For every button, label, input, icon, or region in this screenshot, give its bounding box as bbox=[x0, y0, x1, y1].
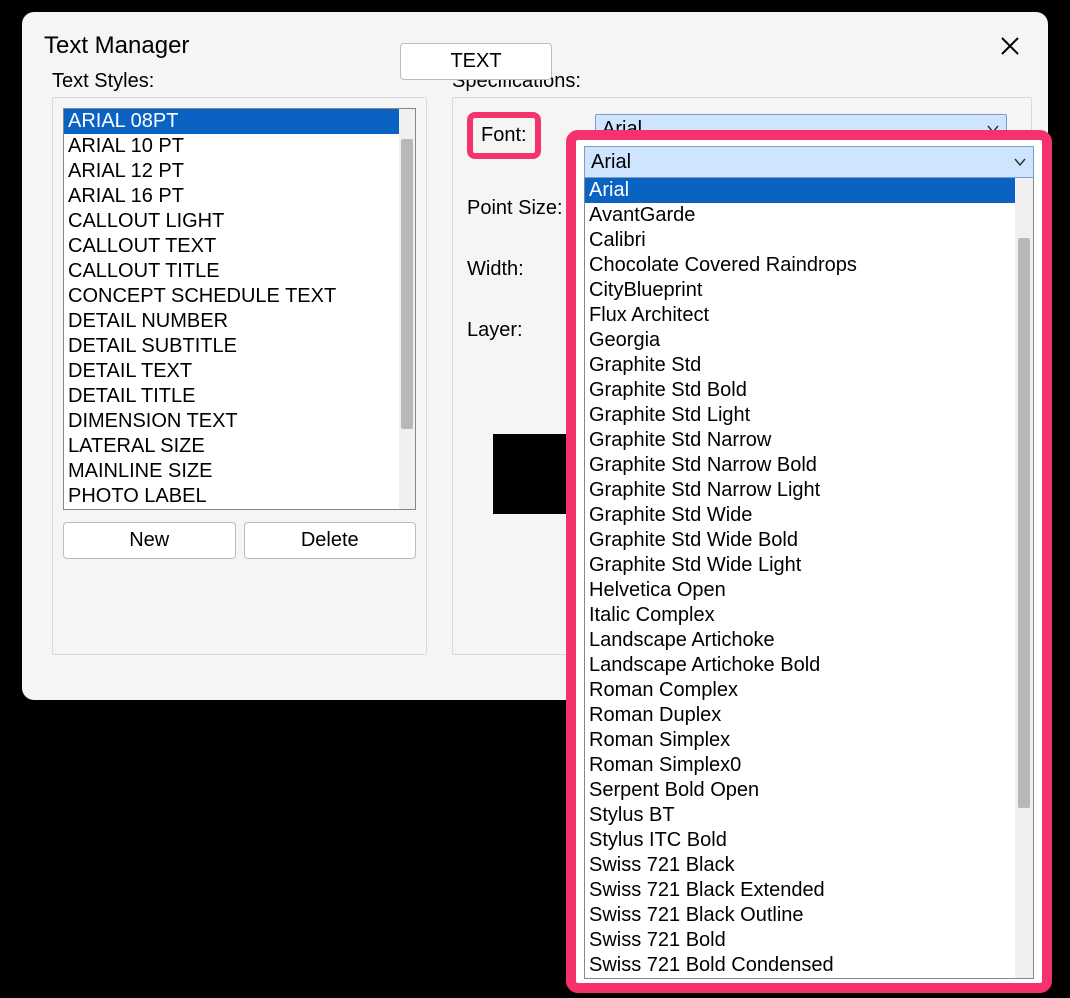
font-option[interactable]: CityBlueprint bbox=[585, 278, 1015, 303]
text-styles-panel: Text Styles: ARIAL 08PTARIAL 10 PTARIAL … bbox=[52, 70, 427, 655]
text-style-item[interactable]: ARIAL 16 PT bbox=[64, 184, 399, 209]
text-styles-list[interactable]: ARIAL 08PTARIAL 10 PTARIAL 12 PTARIAL 16… bbox=[63, 108, 416, 510]
new-button[interactable]: New bbox=[63, 522, 236, 559]
text-style-item[interactable]: PHOTO LABEL bbox=[64, 484, 399, 509]
text-style-item[interactable]: DETAIL TITLE bbox=[64, 384, 399, 409]
font-option[interactable]: Roman Simplex0 bbox=[585, 753, 1015, 778]
font-option[interactable]: Helvetica Open bbox=[585, 578, 1015, 603]
font-option[interactable]: Stylus BT bbox=[585, 803, 1015, 828]
text-style-item[interactable]: DETAIL NUMBER bbox=[64, 309, 399, 334]
delete-button[interactable]: Delete bbox=[244, 522, 417, 559]
font-scrollbar[interactable] bbox=[1015, 178, 1033, 978]
font-option[interactable]: Graphite Std Narrow Light bbox=[585, 478, 1015, 503]
text-style-item[interactable]: ARIAL 10 PT bbox=[64, 134, 399, 159]
text-style-item[interactable]: DETAIL TEXT bbox=[64, 359, 399, 384]
text-style-item[interactable]: ARIAL 12 PT bbox=[64, 159, 399, 184]
font-dropdown[interactable]: Arial ArialAvantGardeCalibriChocolate Co… bbox=[566, 130, 1052, 993]
font-option[interactable]: Calibri bbox=[585, 228, 1015, 253]
font-option[interactable]: Graphite Std bbox=[585, 353, 1015, 378]
text-style-item[interactable]: LATERAL SIZE bbox=[64, 434, 399, 459]
text-button[interactable]: TEXT bbox=[400, 43, 552, 80]
font-option[interactable]: Chocolate Covered Raindrops bbox=[585, 253, 1015, 278]
font-option[interactable]: Swiss 721 Black Extended bbox=[585, 878, 1015, 903]
font-option[interactable]: Roman Duplex bbox=[585, 703, 1015, 728]
text-style-item[interactable]: DIMENSION TEXT bbox=[64, 409, 399, 434]
text-style-item[interactable]: CALLOUT TITLE bbox=[64, 259, 399, 284]
font-option[interactable]: Italic Complex bbox=[585, 603, 1015, 628]
font-option[interactable]: Graphite Std Light bbox=[585, 403, 1015, 428]
font-option[interactable]: Swiss 721 Black Outline bbox=[585, 903, 1015, 928]
text-style-item[interactable]: CONCEPT SCHEDULE TEXT bbox=[64, 284, 399, 309]
font-option[interactable]: Roman Complex bbox=[585, 678, 1015, 703]
font-option[interactable]: Landscape Artichoke bbox=[585, 628, 1015, 653]
font-option[interactable]: Stylus ITC Bold bbox=[585, 828, 1015, 853]
text-style-item[interactable]: CALLOUT TEXT bbox=[64, 234, 399, 259]
font-option[interactable]: Graphite Std Wide Bold bbox=[585, 528, 1015, 553]
font-option[interactable]: Graphite Std Narrow bbox=[585, 428, 1015, 453]
font-option[interactable]: Arial bbox=[585, 178, 1015, 203]
font-option[interactable]: AvantGarde bbox=[585, 203, 1015, 228]
font-label: Font: bbox=[467, 112, 541, 159]
font-option[interactable]: Swiss 721 Black bbox=[585, 853, 1015, 878]
close-icon[interactable] bbox=[998, 34, 1022, 58]
styles-scrollbar-thumb[interactable] bbox=[401, 139, 413, 429]
font-options-list[interactable]: ArialAvantGardeCalibriChocolate Covered … bbox=[584, 178, 1034, 979]
font-dropdown-value: Arial bbox=[591, 151, 631, 174]
styles-scrollbar[interactable] bbox=[399, 109, 415, 509]
chevron-down-icon bbox=[1013, 155, 1027, 169]
font-option[interactable]: Landscape Artichoke Bold bbox=[585, 653, 1015, 678]
font-option[interactable]: Swiss 721 Bold bbox=[585, 928, 1015, 953]
bottom-button-row: TEXT bbox=[400, 43, 552, 80]
font-dropdown-header[interactable]: Arial bbox=[584, 146, 1034, 178]
dialog-title: Text Manager bbox=[44, 32, 189, 60]
font-option[interactable]: Roman Simplex bbox=[585, 728, 1015, 753]
text-style-item[interactable]: DETAIL SUBTITLE bbox=[64, 334, 399, 359]
text-style-item[interactable]: MAINLINE SIZE bbox=[64, 459, 399, 484]
text-style-item[interactable]: ARIAL 08PT bbox=[64, 109, 399, 134]
font-option[interactable]: Graphite Std Wide Light bbox=[585, 553, 1015, 578]
font-option[interactable]: Graphite Std Narrow Bold bbox=[585, 453, 1015, 478]
text-style-item[interactable]: CALLOUT LIGHT bbox=[64, 209, 399, 234]
font-option[interactable]: Georgia bbox=[585, 328, 1015, 353]
text-styles-box: ARIAL 08PTARIAL 10 PTARIAL 12 PTARIAL 16… bbox=[52, 97, 427, 655]
text-styles-label: Text Styles: bbox=[52, 70, 427, 93]
font-option[interactable]: Swiss 721 Bold Condensed bbox=[585, 953, 1015, 978]
font-option[interactable]: Serpent Bold Open bbox=[585, 778, 1015, 803]
font-option[interactable]: Graphite Std Bold bbox=[585, 378, 1015, 403]
font-option[interactable]: Graphite Std Wide bbox=[585, 503, 1015, 528]
font-scrollbar-thumb[interactable] bbox=[1018, 238, 1030, 808]
font-option[interactable]: Flux Architect bbox=[585, 303, 1015, 328]
dialog-content: Text Styles: ARIAL 08PTARIAL 10 PTARIAL … bbox=[22, 70, 1048, 98]
